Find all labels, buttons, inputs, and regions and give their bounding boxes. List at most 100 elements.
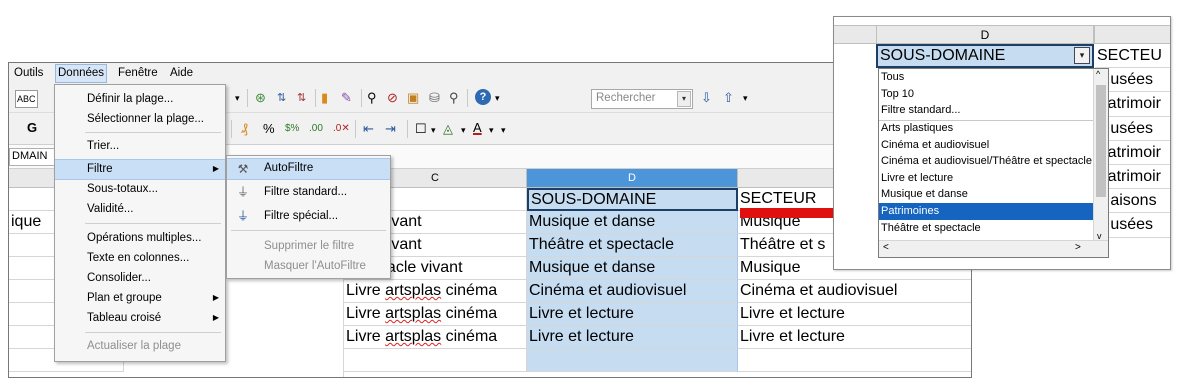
- grid-cell-c[interactable]: Livre artsplas cinéma: [344, 326, 527, 349]
- grid-cell-e[interactable]: Cinéma et audiovisuel: [738, 280, 971, 303]
- block-icon[interactable]: ⊘: [387, 90, 398, 106]
- background-color-icon[interactable]: ◬: [443, 121, 453, 137]
- grid-cell-d[interactable]: Théâtre et spectacle: [527, 234, 738, 257]
- horizontal-scrollbar[interactable]: < >: [879, 240, 1108, 257]
- borders-icon[interactable]: ☐: [415, 121, 427, 137]
- filter-option-livre-lecture[interactable]: Livre et lecture: [879, 170, 1094, 187]
- number-format-icon[interactable]: $%: [285, 121, 299, 137]
- scroll-up-icon[interactable]: ^: [1096, 69, 1100, 79]
- menu-item-filtre-standard[interactable]: ⏚ Filtre standard...: [227, 182, 390, 202]
- search-input[interactable]: Rechercher ▾: [591, 89, 693, 109]
- grid-cell-d-header[interactable]: SOUS-DOMAINE: [527, 188, 738, 211]
- vertical-scrollbar[interactable]: ^ v: [1093, 69, 1108, 241]
- find-replace-icon[interactable]: ⚲: [367, 90, 377, 106]
- menu-item-label: Plan et groupe: [87, 292, 162, 304]
- donnees-menu: Définir la plage... Sélectionner la plag…: [54, 84, 226, 362]
- navigator-icon[interactable]: ⊛: [255, 90, 266, 106]
- spellcheck-icon[interactable]: ABC: [15, 90, 38, 108]
- toolbar-separator: [407, 120, 408, 138]
- grid-cell-c[interactable]: Livre artsplas cinéma: [344, 303, 527, 326]
- filter-option-cinema-audiovisuel[interactable]: Cinéma et audiovisuel: [879, 137, 1094, 154]
- chevron-down-icon[interactable]: ▾: [495, 90, 500, 106]
- delete-decimal-icon[interactable]: .0✕: [333, 121, 350, 137]
- image-icon[interactable]: ▣: [407, 90, 419, 106]
- filter-option-tous[interactable]: Tous: [879, 69, 1094, 86]
- chevron-down-icon[interactable]: ▾: [677, 91, 691, 107]
- grid-cell-d[interactable]: Livre et lecture: [527, 326, 738, 349]
- scroll-right-icon[interactable]: >: [1075, 242, 1081, 253]
- chevron-down-icon[interactable]: ▾: [431, 122, 436, 138]
- chevron-down-icon[interactable]: ▾: [743, 90, 748, 106]
- increase-indent-icon[interactable]: ⇥: [385, 121, 396, 137]
- grid-cell-e[interactable]: Livre et lecture: [738, 303, 971, 326]
- bold-button[interactable]: G: [27, 120, 37, 136]
- database-icon[interactable]: ⛁: [429, 90, 440, 106]
- filter-option-top10[interactable]: Top 10: [879, 86, 1094, 103]
- menu-item-plan-et-groupe[interactable]: Plan et groupe ▶: [55, 288, 225, 308]
- menu-item-label: Tableau croisé: [87, 312, 162, 324]
- filter-option-cinema-theatre[interactable]: Cinéma et audiovisuel/Théâtre et spectac…: [879, 153, 1094, 170]
- menu-item-selectionner-plage[interactable]: Sélectionner la plage...: [55, 109, 225, 129]
- chevron-down-icon[interactable]: ▾: [235, 90, 240, 106]
- menu-separator: [85, 223, 221, 224]
- add-decimal-icon[interactable]: .00: [309, 121, 323, 137]
- grid-cell-d[interactable]: Livre et lecture: [527, 303, 738, 326]
- scroll-left-icon[interactable]: <: [883, 242, 889, 253]
- search-placeholder: Rechercher: [596, 92, 656, 104]
- grid-cell-d[interactable]: [527, 349, 738, 372]
- filter-option-patrimoines[interactable]: Patrimoines: [879, 203, 1094, 220]
- menu-item-texte-en-colonnes[interactable]: Texte en colonnes...: [55, 248, 225, 268]
- chevron-down-icon[interactable]: ▾: [489, 122, 494, 138]
- sort-ascending-icon[interactable]: ⇅: [277, 90, 286, 106]
- grid-cell-e[interactable]: Livre et lecture: [738, 326, 971, 349]
- decrease-indent-icon[interactable]: ⇤: [363, 121, 374, 137]
- menu-item-consolider[interactable]: Consolider...: [55, 268, 225, 288]
- filter-option-filtre-standard[interactable]: Filtre standard...: [879, 102, 1094, 119]
- menu-item-trier[interactable]: Trier...: [55, 136, 225, 156]
- menu-item-filtre-special[interactable]: ⏚ Filtre spécial...: [227, 206, 390, 226]
- filter-option-musique-danse[interactable]: Musique et danse: [879, 186, 1094, 203]
- currency-icon[interactable]: ₰: [241, 121, 248, 137]
- filter-option-arts-plastiques[interactable]: Arts plastiques: [879, 120, 1094, 137]
- menu-donnees[interactable]: Données: [55, 64, 108, 83]
- grid-cell-d[interactable]: Cinéma et audiovisuel: [527, 280, 738, 303]
- menu-outils[interactable]: Outils: [13, 67, 44, 79]
- percent-icon[interactable]: %: [263, 121, 275, 137]
- find-previous-icon[interactable]: ⇧: [723, 90, 734, 106]
- autofilter-icon: ⚒: [237, 162, 249, 176]
- grid-cell-c[interactable]: Livre artsplas cinéma: [344, 280, 527, 303]
- menu-item-definir-plage[interactable]: Définir la plage...: [55, 89, 225, 109]
- font-color-icon[interactable]: A: [473, 120, 482, 136]
- chevron-down-icon[interactable]: ▾: [501, 122, 506, 138]
- chart-icon[interactable]: ▮: [321, 90, 328, 106]
- grid-cell-d[interactable]: Musique et danse: [527, 257, 738, 280]
- grid-cell-e[interactable]: [738, 349, 971, 372]
- column-header-e[interactable]: [1094, 25, 1170, 44]
- menu-aide[interactable]: Aide: [169, 67, 194, 79]
- menu-item-autofiltre[interactable]: ⚒ AutoFiltre: [227, 158, 390, 180]
- chevron-down-icon[interactable]: ▾: [461, 122, 466, 138]
- header-cell-sous-domaine[interactable]: SOUS-DOMAINE: [876, 44, 1094, 68]
- menu-item-sous-totaux[interactable]: Sous-totaux...: [55, 179, 225, 199]
- scroll-thumb[interactable]: [1096, 85, 1106, 197]
- help-icon[interactable]: ?: [475, 89, 491, 105]
- menu-item-validite[interactable]: Validité...: [55, 199, 225, 219]
- menu-item-tableau-croise[interactable]: Tableau croisé ▶: [55, 308, 225, 328]
- menu-fenetre[interactable]: Fenêtre: [117, 67, 159, 79]
- find-next-icon[interactable]: ⇩: [701, 90, 712, 106]
- column-header-d[interactable]: D: [876, 25, 1094, 44]
- column-header-d[interactable]: D: [527, 169, 738, 188]
- grid-cell[interactable]: SECTEU: [1095, 44, 1170, 69]
- menu-item-filtre[interactable]: Filtre ▶: [55, 159, 225, 180]
- filter-option-theatre-spectacle[interactable]: Théâtre et spectacle: [879, 220, 1094, 237]
- name-box[interactable]: DMAIN: [9, 148, 55, 166]
- draw-functions-icon[interactable]: ✎: [341, 90, 352, 106]
- submenu-arrow-icon: ▶: [212, 293, 219, 302]
- grid-cell-d[interactable]: Musique et danse: [527, 211, 738, 234]
- sort-descending-icon[interactable]: ⇅: [297, 90, 306, 106]
- advanced-filter-icon: ⏚: [236, 209, 249, 223]
- zoom-icon[interactable]: ⚲: [449, 90, 459, 106]
- menu-item-operations-multiples[interactable]: Opérations multiples...: [55, 228, 225, 248]
- grid-cell-c[interactable]: [344, 349, 527, 372]
- autofilter-dropdown-button[interactable]: ▾: [1074, 47, 1090, 64]
